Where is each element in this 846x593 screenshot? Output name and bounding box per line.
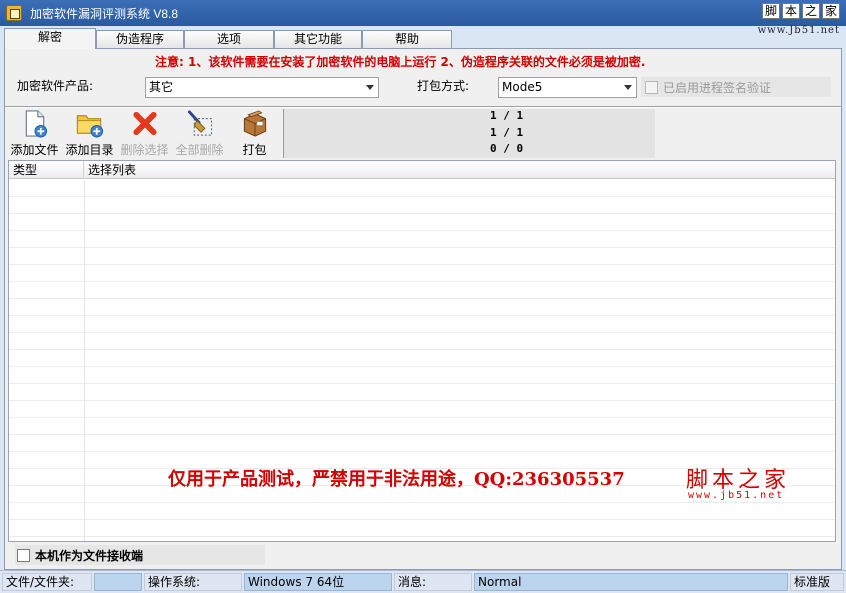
- pack-button[interactable]: 打包: [227, 109, 282, 159]
- tab-decrypt[interactable]: 解密: [4, 28, 96, 49]
- status-bar: 文件/文件夹: 操作系统: Windows 7 64位 消息: Normal 标…: [0, 570, 846, 593]
- tab-strip: 解密 伪造程序 选项 其它功能 帮助: [4, 28, 842, 49]
- column-selection-header[interactable]: 选择列表: [84, 161, 835, 179]
- package-icon: [243, 110, 266, 137]
- status-os-value: Windows 7 64位: [244, 573, 392, 591]
- broom-clear-icon: [187, 110, 212, 136]
- add-directory-button[interactable]: 添加目录: [62, 109, 117, 159]
- title-bar: 加密软件漏洞评测系统 V8.8 脚 本 之 家: [0, 0, 846, 26]
- watermark-url: www.jb51.net: [688, 490, 785, 501]
- tab-fake-program[interactable]: 伪造程序: [96, 30, 184, 48]
- tab-help[interactable]: 帮助: [362, 30, 452, 48]
- brand-logo-char: 本: [781, 3, 800, 19]
- add-directory-label: 添加目录: [65, 143, 114, 157]
- progress-area: [283, 109, 655, 158]
- tab-options[interactable]: 选项: [184, 30, 274, 48]
- receiver-option: 本机作为文件接收端: [15, 545, 265, 565]
- pack-mode-select[interactable]: Mode5: [498, 77, 637, 98]
- brand-logo: 脚 本 之 家: [761, 3, 840, 19]
- app-icon: [6, 5, 22, 21]
- add-file-button[interactable]: 添加文件: [7, 109, 62, 159]
- status-file-value: [94, 573, 142, 591]
- counter-3: 0 / 0: [490, 142, 524, 155]
- receiver-label: 本机作为文件接收端: [35, 548, 144, 563]
- delete-x-icon: [132, 111, 157, 136]
- chevron-down-icon: [366, 85, 374, 90]
- watermark-text: 仅用于产品测试，严禁用于非法用途，QQ:236305537: [168, 469, 625, 490]
- toolbar: 添加文件 添加目录 删除选择 全部删除 打包: [7, 109, 282, 159]
- delete-all-button[interactable]: 全部删除: [172, 109, 227, 159]
- product-select-value: 其它: [149, 80, 174, 94]
- chevron-down-icon: [624, 85, 632, 90]
- status-message-label: 消息:: [394, 573, 472, 591]
- product-label: 加密软件产品:: [17, 79, 94, 93]
- list-header: 类型 选择列表: [9, 161, 835, 179]
- delete-selected-button[interactable]: 删除选择: [117, 109, 172, 159]
- brand-logo-char: 之: [801, 3, 820, 19]
- verify-label: 已启用进程签名验证: [663, 80, 772, 95]
- status-os-label: 操作系统:: [144, 573, 242, 591]
- status-message-value: Normal: [474, 573, 788, 591]
- brand-logo-char: 脚: [761, 3, 780, 19]
- status-file-label: 文件/文件夹:: [2, 573, 92, 591]
- counter-1: 1 / 1: [490, 109, 524, 122]
- add-file-icon: [25, 110, 47, 138]
- delete-selected-label: 删除选择: [120, 143, 169, 157]
- receiver-checkbox[interactable]: [17, 548, 30, 562]
- pack-label: 打包方式:: [417, 79, 470, 93]
- pack-label: 打包: [242, 143, 267, 157]
- column-type-header[interactable]: 类型: [9, 161, 84, 179]
- verify-option: 已启用进程签名验证: [641, 77, 831, 97]
- tab-other-functions[interactable]: 其它功能: [274, 30, 362, 48]
- column-divider: [84, 180, 85, 541]
- add-file-label: 添加文件: [10, 143, 59, 157]
- divider: [5, 106, 841, 108]
- product-select[interactable]: 其它: [145, 77, 379, 98]
- delete-all-label: 全部删除: [175, 143, 224, 157]
- verify-checkbox[interactable]: [645, 80, 658, 94]
- pack-mode-value: Mode5: [502, 80, 543, 94]
- notice-text: 注意: 1、该软件需要在安装了加密软件的电脑上运行 2、伪造程序关联的文件必须是…: [155, 55, 646, 69]
- add-folder-icon: [76, 115, 103, 138]
- counter-2: 1 / 1: [490, 126, 524, 139]
- window-title: 加密软件漏洞评测系统 V8.8: [30, 6, 179, 21]
- brand-logo-char: 家: [821, 3, 840, 19]
- status-edition: 标准版: [790, 573, 844, 591]
